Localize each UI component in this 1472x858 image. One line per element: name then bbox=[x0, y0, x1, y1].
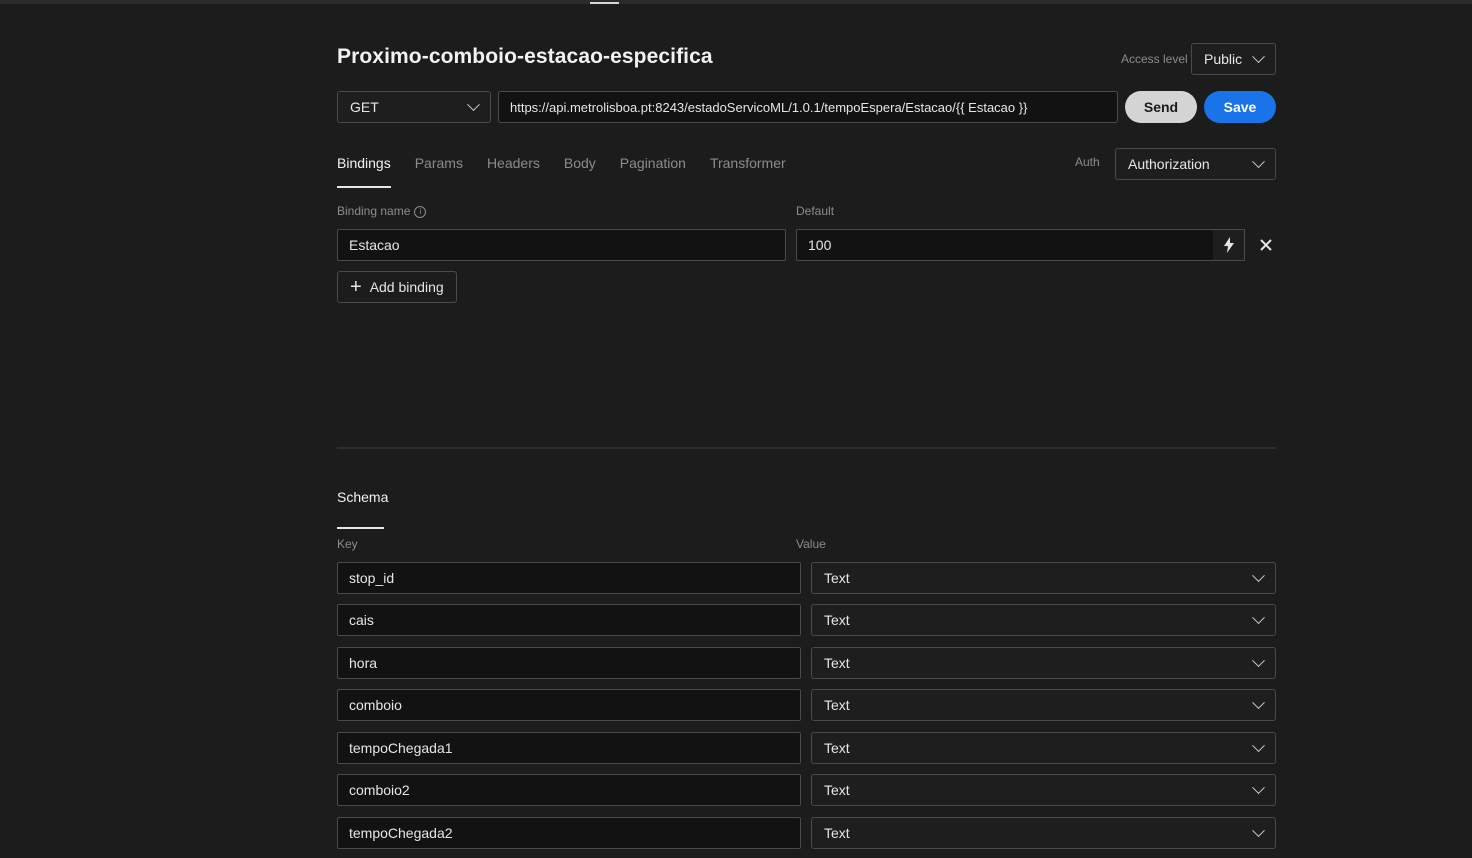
chevron-down-icon bbox=[1252, 49, 1265, 63]
method-value: GET bbox=[350, 99, 379, 115]
bolt-icon bbox=[1223, 237, 1234, 253]
chevron-down-icon bbox=[1252, 568, 1265, 582]
tab-params[interactable]: Params bbox=[415, 155, 463, 187]
tab-headers[interactable]: Headers bbox=[487, 155, 540, 187]
schema-type-select[interactable]: Text bbox=[811, 732, 1276, 764]
schema-key-input[interactable] bbox=[337, 732, 801, 764]
method-select[interactable]: GET bbox=[337, 91, 491, 123]
schema-type-value: Text bbox=[824, 825, 850, 841]
request-tabs: Bindings Params Headers Body Pagination … bbox=[337, 155, 786, 188]
schema-type-select[interactable]: Text bbox=[811, 774, 1276, 806]
save-button[interactable]: Save bbox=[1204, 91, 1276, 123]
url-input[interactable] bbox=[498, 91, 1118, 123]
tab-pagination[interactable]: Pagination bbox=[620, 155, 686, 187]
schema-key-input[interactable] bbox=[337, 689, 801, 721]
section-divider bbox=[337, 447, 1276, 449]
bolt-button[interactable] bbox=[1213, 229, 1245, 261]
schema-key-input[interactable] bbox=[337, 817, 801, 849]
chevron-down-icon bbox=[1252, 653, 1265, 667]
chevron-down-icon bbox=[1252, 154, 1265, 168]
access-level-label: Access level bbox=[1121, 52, 1188, 66]
schema-type-value: Text bbox=[824, 740, 850, 756]
tab-body[interactable]: Body bbox=[564, 155, 596, 187]
schema-type-value: Text bbox=[824, 655, 850, 671]
top-border bbox=[0, 0, 1472, 4]
binding-name-label-text: Binding name bbox=[337, 204, 411, 218]
chevron-down-icon bbox=[1252, 738, 1265, 752]
chevron-down-icon bbox=[1252, 695, 1265, 709]
add-binding-label: Add binding bbox=[369, 279, 444, 295]
tab-transformer[interactable]: Transformer bbox=[710, 155, 786, 187]
page-title: Proximo-comboio-estacao-especifica bbox=[337, 45, 713, 68]
remove-binding-button[interactable] bbox=[1255, 234, 1277, 256]
schema-type-select[interactable]: Text bbox=[811, 604, 1276, 636]
add-binding-button[interactable]: + Add binding bbox=[337, 271, 457, 303]
schema-type-select[interactable]: Text bbox=[811, 647, 1276, 679]
binding-default-input[interactable] bbox=[796, 229, 1214, 261]
schema-type-select[interactable]: Text bbox=[811, 562, 1276, 594]
schema-value-label: Value bbox=[796, 537, 826, 551]
tab-schema[interactable]: Schema bbox=[337, 489, 388, 529]
close-icon bbox=[1260, 239, 1272, 251]
chevron-down-icon bbox=[1252, 823, 1265, 837]
auth-label: Auth bbox=[1075, 155, 1100, 169]
auth-select[interactable]: Authorization bbox=[1115, 148, 1276, 180]
schema-type-select[interactable]: Text bbox=[811, 817, 1276, 849]
access-level-select[interactable]: Public bbox=[1191, 43, 1276, 75]
schema-type-value: Text bbox=[824, 612, 850, 628]
schema-key-input[interactable] bbox=[337, 604, 801, 636]
access-level-value: Public bbox=[1204, 51, 1243, 67]
auth-value: Authorization bbox=[1128, 156, 1210, 172]
schema-key-input[interactable] bbox=[337, 774, 801, 806]
default-label: Default bbox=[796, 204, 835, 218]
schema-key-input[interactable] bbox=[337, 562, 801, 594]
schema-type-select[interactable]: Text bbox=[811, 689, 1276, 721]
schema-type-value: Text bbox=[824, 570, 850, 586]
info-icon[interactable]: i bbox=[414, 205, 427, 218]
binding-name-label: Binding name i bbox=[337, 204, 427, 218]
schema-key-label: Key bbox=[337, 537, 358, 551]
schema-type-value: Text bbox=[824, 697, 850, 713]
schema-key-input[interactable] bbox=[337, 647, 801, 679]
binding-name-input[interactable] bbox=[337, 229, 786, 261]
chevron-down-icon bbox=[1252, 780, 1265, 794]
chevron-down-icon bbox=[1252, 610, 1265, 624]
chevron-down-icon bbox=[467, 97, 480, 111]
plus-icon: + bbox=[350, 276, 362, 298]
tab-bindings[interactable]: Bindings bbox=[337, 155, 391, 188]
send-button[interactable]: Send bbox=[1125, 91, 1197, 123]
schema-type-value: Text bbox=[824, 782, 850, 798]
top-tab-indicator bbox=[590, 2, 619, 4]
